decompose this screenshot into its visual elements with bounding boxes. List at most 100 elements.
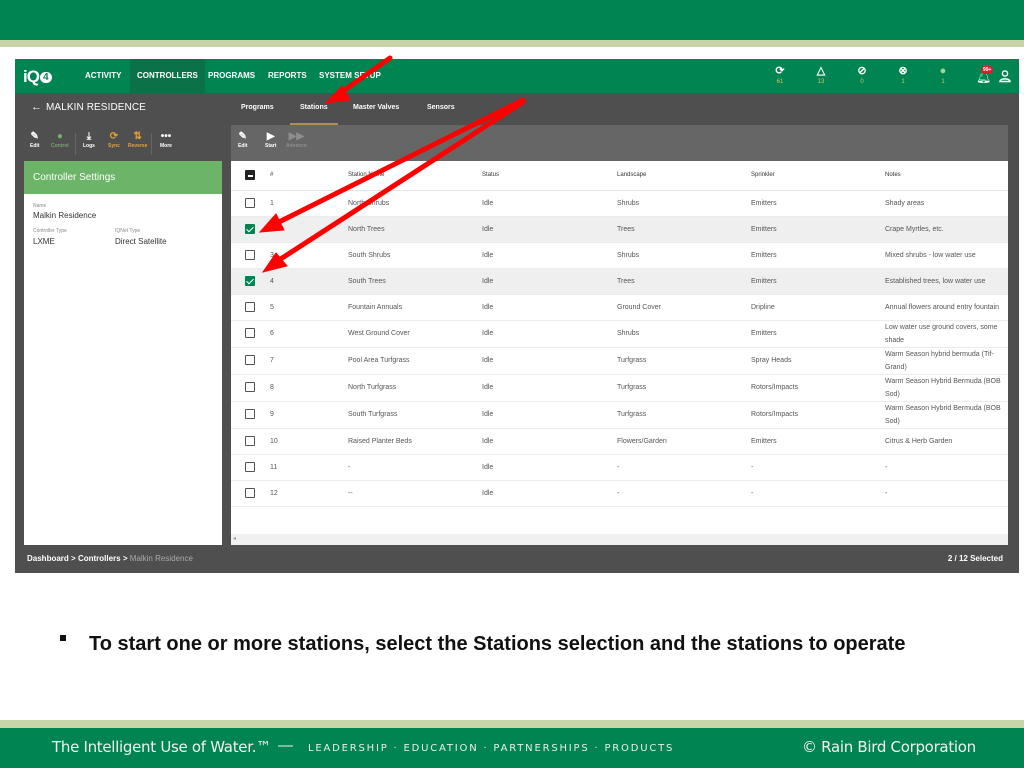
scroll-left-icon[interactable]: ◂	[233, 535, 236, 542]
header-sprinkler[interactable]: Sprinkler	[751, 161, 885, 191]
station-number: 1	[268, 190, 348, 217]
table-row[interactable]: 1 North Shrubs Idle Shrubs Emitters Shady are…	[231, 190, 1008, 217]
tab-master-valves[interactable]: Master Valves	[343, 93, 409, 125]
table-row[interactable]: 5 Fountain Annuals Idle Ground Cover Driplin…	[231, 294, 1008, 321]
station-sprinkler: Emitters	[751, 268, 885, 295]
footer-links: LEADERSHIP · EDUCATION · PARTNERSHIPS · …	[308, 743, 675, 754]
warning-status[interactable]: △ 13	[809, 65, 833, 85]
nav-activity[interactable]: ACTIVITY	[78, 59, 128, 93]
header-landscape[interactable]: Landscape	[617, 161, 751, 191]
logs-button[interactable]: ⤓ Logs	[83, 131, 95, 149]
connected-status[interactable]: ● 1	[931, 65, 955, 85]
table-row[interactable]: 10 Raised Planter Beds Idle Flowers/Garden E…	[231, 428, 1008, 455]
station-status: Idle	[482, 347, 617, 375]
start-button[interactable]: ▶ Start	[265, 131, 276, 149]
station-number: 10	[268, 428, 348, 455]
error-status[interactable]: ⊗ 1	[891, 65, 915, 85]
header-station-name[interactable]: Station Name	[348, 161, 482, 191]
tab-programs[interactable]: Programs	[231, 93, 284, 125]
nav-reports[interactable]: REPORTS	[261, 59, 314, 93]
vertical-scrollbar[interactable]	[1008, 125, 1019, 545]
table-row[interactable]: 2 North Trees Idle Trees Emitters Crape Myrtl…	[231, 216, 1008, 243]
reverse-arrows-icon: ⇅	[133, 131, 142, 142]
top-nav: iQ 4 ACTIVITY CONTROLLERS PROGRAMS REPORT…	[15, 59, 1019, 93]
offline-icon: ⊘	[857, 65, 867, 77]
row-checkbox[interactable]	[245, 461, 255, 472]
row-checkbox[interactable]	[245, 223, 255, 234]
breadcrumb-separator: >	[122, 554, 128, 563]
user-icon[interactable]	[998, 69, 1012, 83]
row-checkbox[interactable]	[245, 197, 255, 208]
row-checkbox[interactable]	[245, 409, 255, 420]
station-name: South Turfgrass	[348, 401, 482, 429]
toolbar-divider	[151, 133, 152, 155]
station-notes: Annual flowers around entry fountain	[885, 294, 1008, 321]
table-row[interactable]: 11- Idle - - -	[231, 454, 1008, 481]
reverse-button[interactable]: ⇅ Reverse	[128, 131, 147, 149]
row-checkbox[interactable]	[245, 435, 255, 446]
row-checkbox-cell	[231, 294, 268, 321]
breadcrumb-dashboard[interactable]: Dashboard	[27, 554, 69, 563]
back-arrow-icon[interactable]: ←	[31, 101, 42, 113]
station-number: 12	[268, 480, 348, 507]
advance-button[interactable]: ▶▶ Advance	[286, 131, 307, 149]
sync-button[interactable]: ⟳ Sync	[108, 131, 120, 149]
row-checkbox[interactable]	[245, 355, 255, 366]
play-icon: ▶	[266, 131, 275, 142]
nav-programs[interactable]: PROGRAMS	[201, 59, 262, 93]
row-checkbox[interactable]	[245, 487, 255, 498]
station-status: Idle	[482, 374, 617, 402]
station-sprinkler: Emitters	[751, 190, 885, 217]
offline-status[interactable]: ⊘ 0	[850, 65, 874, 85]
table-row[interactable]: 4 South Trees Idle Trees Emitters Established…	[231, 268, 1008, 295]
selection-count: 2 / 12 Selected	[947, 554, 1003, 563]
download-icon: ⤓	[86, 131, 92, 142]
edit-station-button[interactable]: ✎ Edit	[238, 131, 247, 149]
edit-controller-button[interactable]: ✎ Edit	[30, 131, 39, 149]
header-number[interactable]: #	[268, 161, 348, 191]
station-status: Idle	[482, 190, 617, 217]
station-name: South Shrubs	[348, 242, 482, 269]
row-checkbox[interactable]	[245, 249, 255, 260]
table-row[interactable]: 8 North Turfgrass Idle Turfgrass Rotors/Impa…	[231, 374, 1008, 402]
tab-stations[interactable]: Stations	[290, 93, 338, 125]
horizontal-scrollbar[interactable]: ◂	[231, 534, 1008, 545]
app-window: iQ 4 ACTIVITY CONTROLLERS PROGRAMS REPORT…	[15, 59, 1019, 573]
nav-controllers[interactable]: CONTROLLERS	[130, 59, 205, 93]
nav-system-setup[interactable]: SYSTEM SETUP	[312, 59, 388, 93]
station-notes: Low water use ground covers, some shade	[885, 320, 1008, 348]
station-landscape: Ground Cover	[617, 294, 751, 321]
station-notes: Shady areas	[885, 190, 1008, 217]
row-checkbox-cell	[231, 454, 268, 481]
table-row[interactable]: 3 South Shrubs Idle Shrubs Emitters Mixed shr…	[231, 242, 1008, 269]
controller-subbar: ← MALKIN RESIDENCE Programs Stations Mas…	[15, 93, 1019, 125]
breadcrumb-controllers[interactable]: Controllers	[78, 554, 121, 563]
status-bar: Dashboard > Controllers > Malkin Residen…	[15, 545, 1019, 573]
row-checkbox-cell	[231, 242, 268, 269]
row-checkbox[interactable]	[245, 328, 255, 339]
more-button[interactable]: ••• More	[160, 131, 172, 149]
station-status: Idle	[482, 268, 617, 295]
warning-triangle-icon: △	[816, 65, 826, 77]
station-sprinkler: Dripline	[751, 294, 885, 321]
control-button[interactable]: ● Control	[51, 131, 69, 149]
pencil-icon: ✎	[238, 131, 247, 142]
select-all-checkbox[interactable]	[245, 170, 255, 181]
sync-status[interactable]: ⟳ 61	[768, 65, 792, 85]
footer-copyright: © Rain Bird Corporation	[802, 738, 976, 756]
table-row[interactable]: 6 West Ground Cover Idle Shrubs Emitters Low …	[231, 320, 1008, 348]
iq4-logo[interactable]: iQ 4	[23, 67, 52, 87]
row-checkbox[interactable]	[245, 301, 255, 312]
header-status[interactable]: Status	[482, 161, 617, 191]
row-checkbox[interactable]	[245, 275, 255, 286]
row-checkbox[interactable]	[245, 382, 255, 393]
stations-panel: ✎ Edit ▶ Start ▶▶ Advance # Station Name St…	[231, 125, 1008, 545]
table-row[interactable]: 12 -- Idle - - -	[231, 480, 1008, 507]
station-sprinkler: Emitters	[751, 242, 885, 269]
header-notes[interactable]: Notes	[885, 161, 1008, 191]
station-landscape: Shrubs	[617, 242, 751, 269]
table-row[interactable]: 9 South Turfgrass Idle Turfgrass Rotors/Impa…	[231, 401, 1008, 429]
sync-icon: ⟳	[775, 65, 785, 77]
table-row[interactable]: 7 Pool Area Turfgrass Idle Turfgrass Spray H…	[231, 347, 1008, 375]
tab-sensors[interactable]: Sensors	[417, 93, 465, 125]
